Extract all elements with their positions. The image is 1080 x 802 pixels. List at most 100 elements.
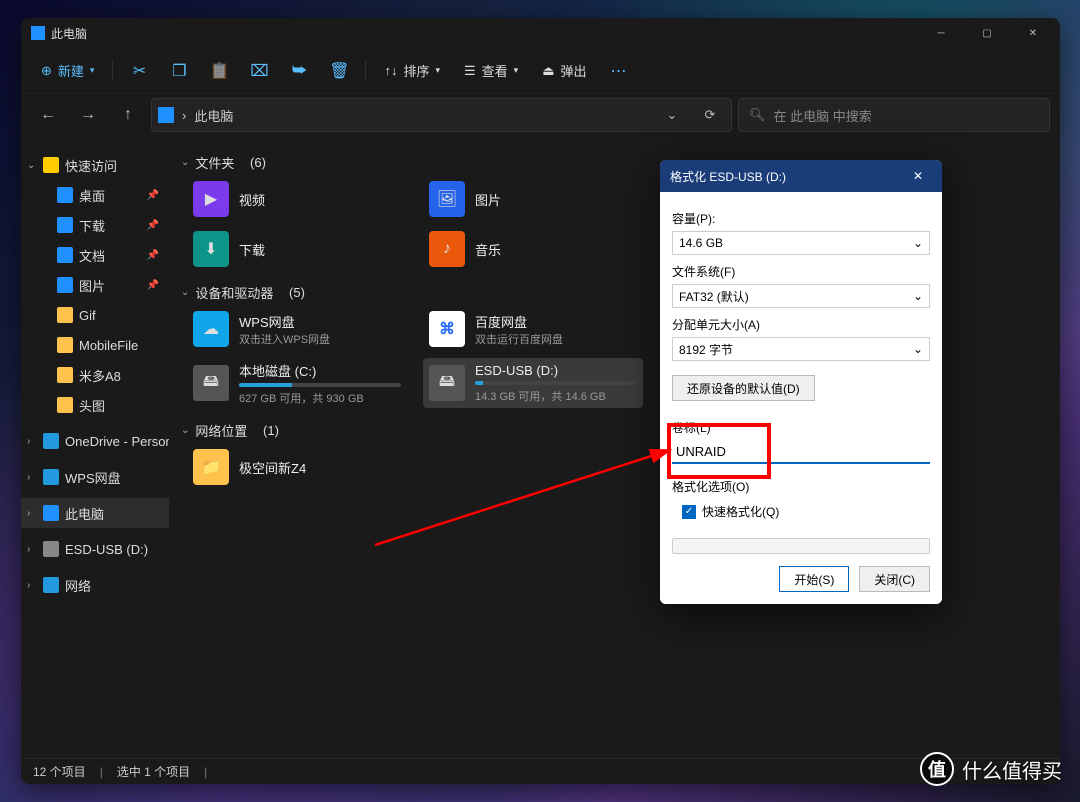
sidebar-desktop[interactable]: 桌面📌: [21, 180, 169, 210]
sidebar-gif[interactable]: Gif: [21, 300, 169, 330]
dialog-title: 格式化 ESD-USB (D:): [670, 168, 786, 185]
status-selected: 选中 1 个项目: [117, 763, 190, 780]
sidebar-pictures[interactable]: 图片📌: [21, 270, 169, 300]
sidebar-wps[interactable]: ›WPS网盘: [21, 462, 169, 492]
eject-icon: ⏏: [542, 63, 554, 79]
view-icon: ☰: [464, 63, 476, 79]
titlebar: 此电脑 ─ ▢ ✕: [21, 18, 1060, 48]
capacity-select[interactable]: 14.6 GB⌄: [672, 231, 930, 255]
paste-button[interactable]: 📋: [201, 55, 237, 87]
search-box[interactable]: 🔍︎ 在 此电脑 中搜索: [738, 98, 1050, 132]
folder-video[interactable]: ▶视频: [187, 178, 407, 220]
folder-pictures[interactable]: 🖼图片: [423, 178, 643, 220]
search-icon: 🔍︎: [749, 107, 766, 123]
device-baidu[interactable]: ⌘百度网盘双击运行百度网盘: [423, 308, 643, 350]
share-icon: ⮩: [292, 62, 307, 80]
watermark: 值 什么值得买: [920, 752, 1062, 786]
status-count: 12 个项目: [33, 763, 86, 780]
this-pc-icon: [31, 26, 45, 40]
network-icon: [43, 577, 59, 593]
history-dropdown[interactable]: ⌄: [657, 107, 687, 123]
filesystem-select[interactable]: FAT32 (默认)⌄: [672, 284, 930, 308]
folder-music[interactable]: ♪音乐: [423, 228, 643, 270]
sidebar-this-pc[interactable]: ›此电脑: [21, 498, 169, 528]
navbar: ← → ↑ › 此电脑 ⌄ ⟳ 🔍︎ 在 此电脑 中搜索: [21, 94, 1060, 142]
ellipsis-icon: ⋯: [611, 61, 627, 81]
sidebar-downloads[interactable]: 下载📌: [21, 210, 169, 240]
drive-c[interactable]: 🖴 本地磁盘 (C:) 627 GB 可用，共 930 GB: [187, 358, 407, 408]
sidebar-mobilefile[interactable]: MobileFile: [21, 330, 169, 360]
sidebar-documents[interactable]: 文档📌: [21, 240, 169, 270]
cloud-icon: [43, 433, 59, 449]
sidebar-toutu[interactable]: 头图: [21, 390, 169, 420]
pin-icon: 📌: [147, 190, 159, 201]
network-folder-icon: 📁: [193, 449, 229, 485]
dialog-close-button[interactable]: ✕: [904, 169, 932, 183]
folder-downloads[interactable]: ⬇下载: [187, 228, 407, 270]
breadcrumb-sep: ›: [182, 108, 186, 123]
this-pc-icon: [43, 505, 59, 521]
star-icon: [43, 157, 59, 173]
usb-drive-icon: 🖴: [429, 365, 465, 401]
refresh-button[interactable]: ⟳: [695, 107, 725, 123]
netloc-item[interactable]: 📁极空间新Z4: [187, 446, 407, 488]
format-progress: [672, 538, 930, 554]
picture-icon: [57, 277, 73, 293]
scissors-icon: ✂: [133, 61, 146, 81]
delete-button[interactable]: 🗑: [321, 55, 357, 87]
close-button-dlg[interactable]: 关闭(C): [859, 566, 930, 592]
document-icon: [57, 247, 73, 263]
folder-icon: [57, 367, 73, 383]
start-button[interactable]: 开始(S): [779, 566, 849, 592]
usb-icon: [43, 541, 59, 557]
breadcrumb-current[interactable]: 此电脑: [194, 106, 233, 125]
sidebar-network[interactable]: ›网络: [21, 570, 169, 600]
drive-d[interactable]: 🖴 ESD-USB (D:) 14.3 GB 可用，共 14.6 GB: [423, 358, 643, 408]
checkbox-checked-icon: ✓: [682, 505, 696, 519]
download-folder-icon: ⬇: [193, 231, 229, 267]
capacity-label: 容量(P):: [672, 210, 930, 227]
back-button[interactable]: ←: [31, 98, 65, 132]
view-button[interactable]: ☰ 查看 ▾: [454, 55, 528, 87]
filesystem-label: 文件系统(F): [672, 263, 930, 280]
folder-icon: [57, 397, 73, 413]
dialog-titlebar: 格式化 ESD-USB (D:) ✕: [660, 160, 942, 192]
up-button[interactable]: ↑: [111, 98, 145, 132]
window-title: 此电脑: [51, 25, 87, 42]
baidu-icon: ⌘: [429, 311, 465, 347]
sidebar-quick-access[interactable]: ⌄快速访问: [21, 150, 169, 180]
clipboard-icon: 📋: [209, 61, 229, 81]
maximize-button[interactable]: ▢: [964, 18, 1010, 48]
forward-button[interactable]: →: [71, 98, 105, 132]
volume-input[interactable]: [672, 440, 930, 464]
drive-c-fill: [239, 383, 292, 387]
share-button[interactable]: ⮩: [281, 55, 317, 87]
restore-defaults-button[interactable]: 还原设备的默认值(D): [672, 375, 815, 401]
address-bar[interactable]: › 此电脑 ⌄ ⟳: [151, 98, 732, 132]
watermark-text: 什么值得买: [962, 755, 1062, 784]
wps-icon: ☁: [193, 311, 229, 347]
format-dialog: 格式化 ESD-USB (D:) ✕ 容量(P): 14.6 GB⌄ 文件系统(…: [660, 160, 942, 604]
alloc-select[interactable]: 8192 字节⌄: [672, 337, 930, 361]
sort-icon: ↑↓: [384, 63, 397, 78]
cut-button[interactable]: ✂: [121, 55, 157, 87]
new-button[interactable]: ⊕ 新建 ▾: [31, 55, 104, 87]
music-folder-icon: ♪: [429, 231, 465, 267]
alloc-label: 分配单元大小(A): [672, 316, 930, 333]
copy-button[interactable]: ❐: [161, 55, 197, 87]
plus-icon: ⊕: [41, 63, 52, 79]
eject-button[interactable]: ⏏ 弹出: [532, 55, 596, 87]
more-button[interactable]: ⋯: [601, 55, 637, 87]
sidebar-miduo[interactable]: 米多A8: [21, 360, 169, 390]
sort-button[interactable]: ↑↓ 排序 ▾: [374, 55, 450, 87]
watermark-badge: 值: [920, 752, 954, 786]
folder-icon: [57, 337, 73, 353]
device-wps[interactable]: ☁WPS网盘双击进入WPS网盘: [187, 308, 407, 350]
close-button[interactable]: ✕: [1010, 18, 1056, 48]
sidebar-esd-usb[interactable]: ›ESD-USB (D:): [21, 534, 169, 564]
minimize-button[interactable]: ─: [918, 18, 964, 48]
rename-button[interactable]: ⌧: [241, 55, 277, 87]
quick-format-checkbox[interactable]: ✓ 快速格式化(Q): [682, 503, 930, 520]
cloud-icon: [43, 469, 59, 485]
sidebar-onedrive[interactable]: ›OneDrive - Personal: [21, 426, 169, 456]
